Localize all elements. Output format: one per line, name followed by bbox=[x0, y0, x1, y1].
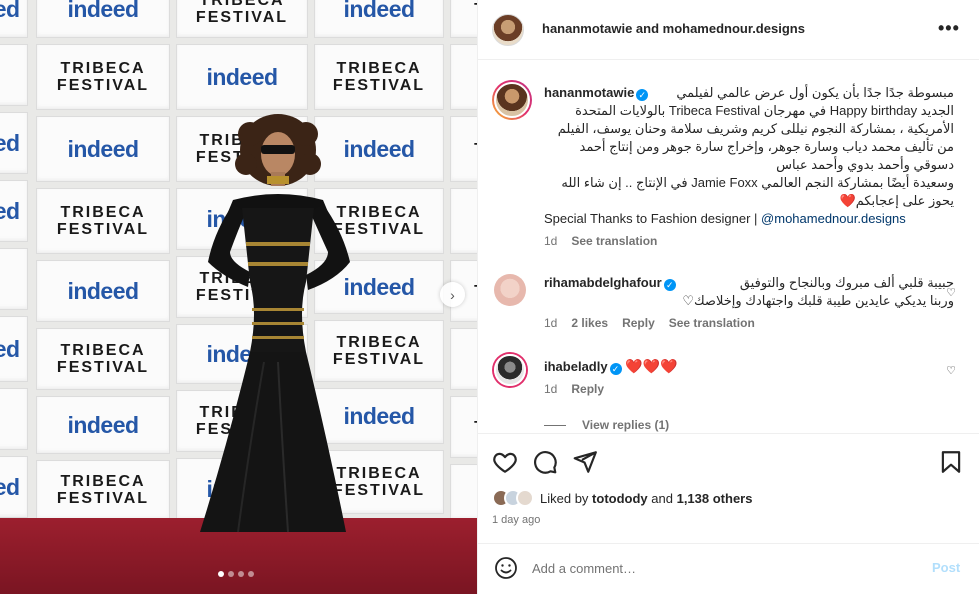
backdrop-tile: i bbox=[450, 44, 477, 110]
see-translation-link[interactable]: See translation bbox=[669, 316, 755, 330]
backdrop-tile: T bbox=[450, 116, 477, 182]
carousel-dot bbox=[228, 571, 234, 577]
caption-avatar[interactable] bbox=[492, 80, 532, 120]
reply-button[interactable]: Reply bbox=[622, 316, 655, 330]
backdrop-tile: TRIBECA FESTIVAL bbox=[36, 188, 170, 254]
liked-by-user-link[interactable]: totodody bbox=[592, 491, 648, 506]
verified-badge-icon: ✓ bbox=[663, 279, 676, 291]
smiley-icon[interactable] bbox=[494, 556, 518, 580]
liked-by-and: and bbox=[651, 490, 673, 506]
carousel-indicator bbox=[218, 571, 254, 577]
liker-avatar bbox=[516, 489, 534, 507]
comment-time: 1d bbox=[544, 382, 558, 396]
post-side-panel: hananmotawie and mohamednour.designs •••… bbox=[477, 0, 979, 594]
backdrop-tile: indeed bbox=[0, 180, 28, 242]
backdrop-tile: T bbox=[450, 0, 477, 38]
verified-badge-icon: ✓ bbox=[609, 363, 622, 375]
carousel-dot bbox=[248, 571, 254, 577]
comments-list[interactable]: hananmotawie ✓ مبسوطة جدًا جدًا بأن يكون … bbox=[478, 60, 979, 433]
backdrop-tile: CAAL bbox=[0, 388, 28, 450]
backdrop-tile: TRIBECA FESTIVAL bbox=[36, 44, 170, 110]
like-comment-heart-icon[interactable]: ♡ bbox=[946, 364, 956, 377]
comment-username[interactable]: ihabeladly bbox=[544, 359, 608, 374]
backdrop-tile: indeed bbox=[36, 116, 170, 182]
comment-text: ❤️❤️❤️ bbox=[625, 358, 678, 374]
post-actions: Liked by totodody and 1,138 others 1 day… bbox=[478, 433, 979, 543]
instagram-post: indeed TRFE indeed indeed CAAL indeed CA… bbox=[0, 0, 979, 594]
comment-input[interactable] bbox=[532, 557, 912, 579]
like-comment-heart-icon[interactable]: ♡ bbox=[946, 286, 956, 299]
backdrop-tile: indeed bbox=[0, 112, 28, 174]
post-comment-button[interactable]: Post bbox=[932, 560, 960, 575]
comment: rihamabdelghafour ✓ حبيبة قلبي ألف مبروك … bbox=[492, 272, 966, 342]
backdrop-tile: i bbox=[450, 464, 477, 520]
carousel-dot bbox=[218, 571, 224, 577]
backdrop-tile: TRIBECA FESTIVAL bbox=[36, 328, 170, 390]
reply-button[interactable]: Reply bbox=[571, 382, 604, 396]
caption-thanks-text: Special Thanks to Fashion designer | bbox=[544, 211, 762, 226]
more-horizontal-icon[interactable]: ••• bbox=[938, 18, 960, 39]
caption-text-line: وسعيدة أيضًا بمشاركة النجم العالمي Jamie… bbox=[561, 175, 954, 190]
caption-username[interactable]: hananmotawie bbox=[544, 85, 634, 100]
caption-text-line: الأمريكية ، بمشاركة النجوم نيللى كريم وش… bbox=[557, 121, 954, 136]
backdrop-tile: T bbox=[450, 396, 477, 458]
backdrop-tile: TRFE bbox=[0, 44, 28, 106]
likes-summary[interactable]: Liked by totodody and 1,138 others bbox=[492, 489, 752, 507]
heart-icon[interactable] bbox=[492, 449, 518, 475]
caption: hananmotawie ✓ مبسوطة جدًا جدًا بأن يكون … bbox=[492, 80, 966, 262]
divider bbox=[544, 424, 566, 426]
comment: ihabeladly ✓ ❤️❤️❤️ 1d Reply ♡ bbox=[492, 352, 966, 412]
backdrop-tile: TRIBECA FESTIVAL bbox=[176, 0, 308, 38]
carousel-next-button[interactable]: › bbox=[440, 282, 465, 307]
backdrop-tile: indeed bbox=[0, 456, 28, 518]
backdrop-tile: TRIBECA FESTIVAL bbox=[36, 460, 170, 520]
view-replies-label: View replies (1) bbox=[582, 418, 670, 432]
bookmark-icon[interactable] bbox=[938, 449, 964, 475]
see-translation-link[interactable]: See translation bbox=[571, 234, 657, 248]
caption-text-line: دسوقي وأحمد بدوي وأحمد عباس bbox=[776, 157, 954, 172]
backdrop-tile: i bbox=[450, 328, 477, 390]
backdrop-tile: CAAL bbox=[0, 248, 28, 310]
comment-username[interactable]: rihamabdelghafour bbox=[544, 275, 662, 290]
post-timestamp[interactable]: 1 day ago bbox=[492, 514, 540, 526]
comment-likes-count[interactable]: 2 likes bbox=[571, 316, 608, 330]
backdrop-tile: indeed bbox=[0, 0, 28, 38]
backdrop-tile: i bbox=[450, 188, 477, 254]
backdrop-tile: TRIBECA FESTIVAL bbox=[314, 44, 444, 110]
likes-count-link[interactable]: 1,138 others bbox=[677, 491, 753, 506]
backdrop-tile: indeed bbox=[314, 0, 444, 38]
comment-time: 1d bbox=[544, 316, 558, 330]
backdrop-tile: indeed bbox=[176, 44, 308, 110]
caption-time: 1d bbox=[544, 234, 558, 248]
post-media[interactable]: indeed TRFE indeed indeed CAAL indeed CA… bbox=[0, 0, 477, 594]
send-icon[interactable] bbox=[572, 449, 598, 475]
carousel-dot bbox=[238, 571, 244, 577]
commenter-avatar[interactable] bbox=[494, 354, 526, 386]
liked-by-prefix: Liked by bbox=[540, 490, 589, 506]
view-replies-button[interactable]: View replies (1) bbox=[544, 418, 669, 432]
chevron-right-icon: › bbox=[450, 286, 455, 303]
verified-badge-icon: ✓ bbox=[636, 89, 649, 101]
backdrop-tile: indeed bbox=[0, 316, 28, 382]
caption-text-line: يحوز على إعجابكم❤️ bbox=[839, 193, 954, 208]
author-avatar[interactable] bbox=[492, 14, 524, 46]
backdrop-tile: indeed bbox=[36, 396, 170, 454]
backdrop-tile: indeed bbox=[36, 0, 170, 38]
commenter-avatar[interactable] bbox=[494, 274, 526, 306]
comment-icon[interactable] bbox=[532, 449, 558, 475]
caption-text-line: من تأليف محمد دياب وسارة جوهر، وإخراج سا… bbox=[579, 139, 954, 154]
comment-text-line: وربنا يديكي عايدين طيبة قلبك واجتهادك وإ… bbox=[682, 293, 954, 308]
add-comment-bar: Post bbox=[478, 543, 979, 594]
designer-mention-link[interactable]: @mohamednour.designs bbox=[761, 211, 906, 226]
caption-text-line: الجديد Happy birthday في مهرجان Tribeca … bbox=[575, 103, 954, 118]
woman-in-black-gown bbox=[200, 114, 350, 533]
post-authors[interactable]: hananmotawie and mohamednour.designs bbox=[542, 21, 805, 36]
post-header: hananmotawie and mohamednour.designs ••• bbox=[478, 0, 979, 60]
backdrop-tile: indeed bbox=[36, 260, 170, 322]
